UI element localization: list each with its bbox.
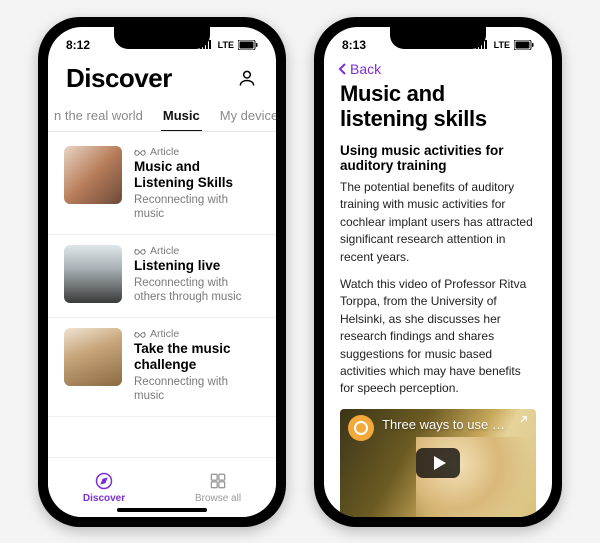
article-item[interactable]: Article Music and Listening Skills Recon… — [48, 136, 276, 235]
article-item[interactable]: Article Take the music challenge Reconne… — [48, 318, 276, 417]
article-type: Article — [134, 245, 260, 257]
profile-icon[interactable] — [236, 67, 258, 89]
article-subtitle: Reconnecting with others through music — [134, 276, 260, 305]
network-label: LTE — [494, 40, 510, 50]
article-type-label: Article — [150, 245, 179, 257]
article-text: Article Music and Listening Skills Recon… — [134, 146, 260, 222]
battery-icon — [238, 40, 258, 50]
glasses-icon — [134, 247, 146, 255]
battery-icon — [514, 40, 534, 50]
nav-discover[interactable]: Discover — [83, 471, 125, 504]
header-row: Discover — [48, 59, 276, 96]
home-indicator[interactable] — [117, 508, 207, 512]
page-title: Discover — [66, 63, 172, 94]
detail-body: The potential benefits of auditory train… — [324, 179, 552, 404]
notch — [114, 27, 210, 49]
tab-real-world[interactable]: n the real world — [48, 102, 153, 131]
play-icon[interactable] — [416, 448, 460, 478]
article-type: Article — [134, 328, 260, 340]
brand-badge-icon — [348, 415, 374, 441]
article-thumbnail — [64, 146, 122, 204]
status-time: 8:12 — [66, 38, 90, 52]
nav-label: Browse all — [195, 493, 241, 504]
back-button[interactable]: Back — [338, 61, 538, 77]
category-tabs: n the real world Music My device M — [48, 96, 276, 132]
detail-title: Music and listening skills — [324, 79, 552, 142]
article-subtitle: Reconnecting with music — [134, 193, 260, 222]
article-title: Listening live — [134, 258, 260, 274]
status-right: LTE — [200, 40, 258, 50]
screen-right: 8:13 LTE Back Music and listening skills… — [324, 27, 552, 517]
notch — [390, 27, 486, 49]
article-thumbnail — [64, 328, 122, 386]
article-item[interactable]: Article Listening live Reconnecting with… — [48, 235, 276, 318]
article-type-label: Article — [150, 328, 179, 340]
grid-icon — [208, 471, 228, 491]
article-thumbnail — [64, 245, 122, 303]
detail-paragraph: The potential benefits of auditory train… — [340, 179, 536, 266]
tab-music[interactable]: Music — [153, 102, 210, 131]
article-list: Article Music and Listening Skills Recon… — [48, 132, 276, 457]
status-right: LTE — [476, 40, 534, 50]
glasses-icon — [134, 148, 146, 156]
article-type-label: Article — [150, 146, 179, 158]
article-subtitle: Reconnecting with music — [134, 375, 260, 404]
share-icon[interactable] — [512, 413, 530, 431]
article-title: Music and Listening Skills — [134, 159, 260, 191]
detail-subtitle: Using music activities for auditory trai… — [324, 141, 552, 179]
back-row: Back — [324, 59, 552, 79]
article-title: Take the music challenge — [134, 341, 260, 373]
nav-browse[interactable]: Browse all — [195, 471, 241, 504]
back-label: Back — [350, 61, 381, 77]
phone-left: 8:12 LTE Discover n the real world Music… — [38, 17, 286, 527]
chevron-left-icon — [338, 62, 348, 76]
compass-icon — [94, 471, 114, 491]
detail-paragraph: Watch this video of Professor Ritva Torp… — [340, 276, 536, 398]
article-type: Article — [134, 146, 260, 158]
video-title: Three ways to use mu... — [382, 417, 512, 432]
article-text: Article Listening live Reconnecting with… — [134, 245, 260, 305]
article-text: Article Take the music challenge Reconne… — [134, 328, 260, 404]
video-embed[interactable]: Three ways to use mu... — [340, 409, 536, 517]
screen-left: 8:12 LTE Discover n the real world Music… — [48, 27, 276, 517]
nav-label: Discover — [83, 493, 125, 504]
glasses-icon — [134, 330, 146, 338]
tab-my-device[interactable]: My device — [210, 102, 276, 131]
status-time: 8:13 — [342, 38, 366, 52]
phone-right: 8:13 LTE Back Music and listening skills… — [314, 17, 562, 527]
network-label: LTE — [218, 40, 234, 50]
